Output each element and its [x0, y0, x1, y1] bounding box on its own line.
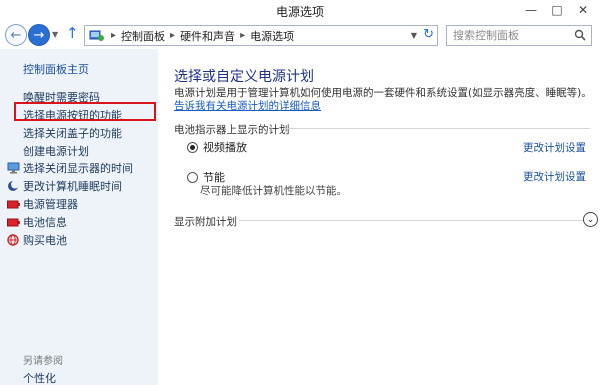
see-also-heading: 另请参阅: [23, 356, 63, 367]
sidebar-item-label: 选择关闭显示器的时间: [23, 162, 133, 175]
window-title: 电源选项: [275, 5, 324, 19]
forward-button[interactable]: →: [28, 24, 50, 46]
title-bar: 电源选项 — □ ✕: [0, 0, 600, 21]
plan-video-playback[interactable]: 视频播放: [187, 139, 247, 155]
address-dropdown-icon[interactable]: ▼: [411, 31, 417, 40]
sidebar-item-label: 更改计算机睡眠时间: [23, 180, 122, 193]
search-box: [446, 25, 592, 46]
search-input[interactable]: [447, 26, 567, 45]
window-controls: — □ ✕: [518, 2, 596, 18]
sidebar-item-lid-close[interactable]: 选择关闭盖子的功能: [23, 125, 122, 141]
sidebar-home-link[interactable]: 控制面板主页: [23, 61, 89, 77]
close-button[interactable]: ✕: [570, 2, 596, 18]
control-panel-icon: [88, 29, 106, 43]
description-text: 电源计划是用于管理计算机如何使用电源的一套硬件和系统设置(如显示器亮度、睡眠等)…: [174, 87, 592, 99]
highlight-box: [14, 102, 156, 121]
page-description: 电源计划是用于管理计算机如何使用电源的一套硬件和系统设置(如显示器亮度、睡眠等)…: [174, 87, 598, 113]
radio-selected[interactable]: [187, 141, 198, 153]
breadcrumb-separator[interactable]: ▸: [111, 30, 116, 41]
address-bar[interactable]: ▸ 控制面板 ▸ 硬件和声音 ▸ 电源选项 ▼ ↻: [84, 25, 438, 46]
learn-more-link[interactable]: 告诉我有关电源计划的详细信息: [174, 100, 321, 112]
breadcrumb-hardware-sound[interactable]: 硬件和声音: [180, 28, 235, 44]
sidebar-item-display-off[interactable]: 选择关闭显示器的时间: [6, 160, 133, 176]
change-plan-settings-link[interactable]: 更改计划设置: [523, 169, 586, 184]
page-title: 选择或自定义电源计划: [174, 69, 314, 85]
sidebar-item-sleep-time[interactable]: 更改计算机睡眠时间: [6, 178, 122, 194]
battery-icon: [6, 198, 20, 210]
breadcrumb-control-panel[interactable]: 控制面板: [121, 28, 165, 44]
breadcrumb-separator[interactable]: ▸: [240, 30, 245, 41]
sidebar-item-label: 电池信息: [23, 216, 67, 229]
up-level-button[interactable]: ↑: [66, 26, 79, 41]
minimize-button[interactable]: —: [518, 2, 544, 18]
plan-description: 尽可能降低计算机性能以节能。: [200, 185, 347, 197]
globe-icon: [6, 234, 20, 246]
sidebar-item-label: 电源管理器: [23, 198, 78, 211]
sidebar-item-buy-battery[interactable]: 购买电池: [6, 232, 67, 248]
recent-pages-dropdown-icon[interactable]: ▼: [52, 30, 58, 39]
refresh-icon[interactable]: ↻: [423, 27, 434, 42]
back-button[interactable]: ←: [5, 24, 27, 46]
battery-icon: [6, 216, 20, 228]
moon-icon: [6, 180, 20, 192]
maximize-button[interactable]: □: [544, 2, 570, 18]
expand-chevron-icon[interactable]: ⌄: [583, 212, 598, 227]
section-divider: [284, 128, 590, 129]
search-icon[interactable]: [574, 29, 586, 44]
sidebar-item-battery-info[interactable]: 电池信息: [6, 214, 67, 230]
sidebar-item-personalize[interactable]: 个性化: [23, 370, 56, 385]
main-panel: 选择或自定义电源计划 电源计划是用于管理计算机如何使用电源的一套硬件和系统设置(…: [158, 49, 600, 385]
more-plans-heading[interactable]: 显示附加计划: [174, 214, 237, 229]
radio-unselected[interactable]: [187, 171, 198, 183]
sidebar: 控制面板主页 唤醒时需要密码 选择电源按钮的功能 选择关闭盖子的功能 创建电源计…: [0, 49, 158, 385]
plan-name: 视频播放: [203, 141, 247, 154]
sidebar-item-label: 购买电池: [23, 234, 67, 247]
battery-plans-heading: 电池指示器上显示的计划: [174, 124, 290, 136]
sidebar-item-create-plan[interactable]: 创建电源计划: [23, 143, 89, 159]
change-plan-settings-link[interactable]: 更改计划设置: [523, 140, 586, 155]
breadcrumb-separator[interactable]: ▸: [170, 30, 175, 41]
section-divider: [239, 220, 583, 221]
sidebar-item-power-manager[interactable]: 电源管理器: [6, 196, 78, 212]
breadcrumb-power-options[interactable]: 电源选项: [250, 28, 294, 44]
navigation-bar: ← → ▼ ↑ ▸ 控制面板 ▸ 硬件和声音 ▸ 电源选项 ▼ ↻: [0, 21, 600, 49]
monitor-icon: [6, 162, 20, 174]
